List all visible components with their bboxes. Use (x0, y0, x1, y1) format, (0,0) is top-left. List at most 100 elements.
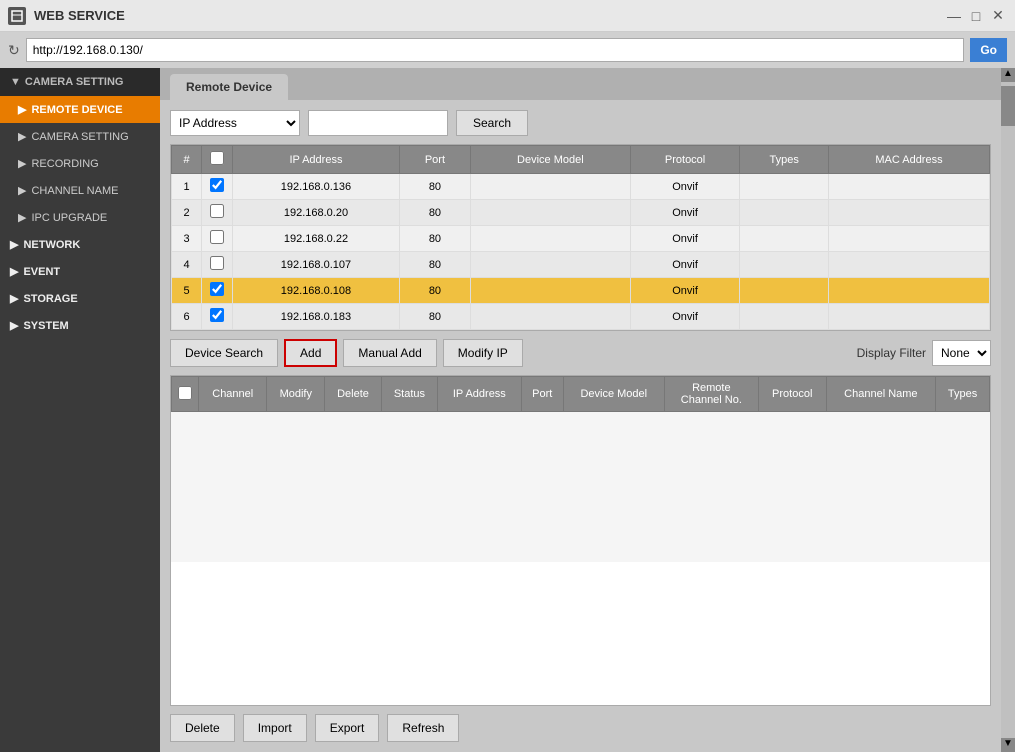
device-search-button[interactable]: Device Search (170, 339, 278, 367)
col-header-check (202, 146, 233, 174)
col-channel-num: Channel (199, 377, 267, 412)
cell-check[interactable] (202, 226, 233, 252)
content-inner: IP Address Search # IP Address (160, 100, 1001, 752)
cell-check[interactable] (202, 278, 233, 304)
device-table-wrapper: # IP Address Port Device Model Protocol … (170, 144, 991, 331)
col-header-num: # (172, 146, 202, 174)
table-row[interactable]: 1 192.168.0.136 80 Onvif (172, 174, 990, 200)
cell-num: 5 (172, 278, 202, 304)
cell-check[interactable] (202, 252, 233, 278)
col-channel-ip: IP Address (437, 377, 521, 412)
table-row[interactable]: 2 192.168.0.20 80 Onvif (172, 200, 990, 226)
col-channel-modify: Modify (267, 377, 325, 412)
cell-types (740, 200, 829, 226)
cell-protocol: Onvif (630, 278, 740, 304)
window-controls: — □ ✕ (945, 7, 1007, 25)
cell-ip: 192.168.0.20 (233, 200, 400, 226)
display-filter-select[interactable]: None (932, 340, 991, 366)
sidebar-section-label: CAMERA SETTING (25, 76, 124, 88)
export-button[interactable]: Export (315, 714, 380, 742)
arrow-icon: ▶ (18, 157, 26, 170)
sidebar-item-event[interactable]: ▶ EVENT (0, 258, 160, 285)
bottom-row: Delete Import Export Refresh (170, 714, 991, 742)
filter-input[interactable] (308, 110, 448, 136)
device-table: # IP Address Port Device Model Protocol … (171, 145, 990, 330)
sidebar-item-recording[interactable]: ▶ RECORDING (0, 150, 160, 177)
scroll-thumb[interactable] (1001, 86, 1015, 126)
sidebar-item-label: REMOTE DEVICE (31, 104, 122, 116)
sidebar-item-network[interactable]: ▶ NETWORK (0, 231, 160, 258)
arrow-icon: ▶ (10, 319, 18, 332)
col-header-types: Types (740, 146, 829, 174)
cell-num: 1 (172, 174, 202, 200)
go-button[interactable]: Go (970, 38, 1007, 62)
minimize-button[interactable]: — (945, 7, 963, 25)
sidebar-item-system[interactable]: ▶ SYSTEM (0, 312, 160, 339)
cell-protocol: Onvif (630, 174, 740, 200)
cell-mac (828, 252, 989, 278)
cell-mac (828, 226, 989, 252)
right-scrollbar[interactable]: ▲ ▼ (1001, 68, 1015, 752)
close-button[interactable]: ✕ (989, 7, 1007, 25)
channel-select-all[interactable] (178, 386, 192, 400)
search-button[interactable]: Search (456, 110, 528, 136)
sidebar-item-channel-name[interactable]: ▶ CHANNEL NAME (0, 177, 160, 204)
cell-types (740, 252, 829, 278)
import-button[interactable]: Import (243, 714, 307, 742)
cell-protocol: Onvif (630, 252, 740, 278)
table-row[interactable]: 3 192.168.0.22 80 Onvif (172, 226, 990, 252)
scroll-down-btn[interactable]: ▼ (1001, 738, 1015, 752)
channel-table-wrapper: Channel Modify Delete Status IP Address … (170, 375, 991, 706)
row-checkbox[interactable] (210, 230, 224, 244)
cell-protocol: Onvif (630, 304, 740, 330)
table-row[interactable]: 4 192.168.0.107 80 Onvif (172, 252, 990, 278)
cell-check[interactable] (202, 174, 233, 200)
sidebar-item-remote-device[interactable]: ▶ REMOTE DEVICE (0, 96, 160, 123)
row-checkbox[interactable] (210, 204, 224, 218)
arrow-icon: ▶ (10, 265, 18, 278)
sidebar-item-camera-setting[interactable]: ▶ CAMERA SETTING (0, 123, 160, 150)
arrow-icon: ▶ (18, 211, 26, 224)
row-checkbox[interactable] (210, 308, 224, 322)
modify-ip-button[interactable]: Modify IP (443, 339, 523, 367)
row-checkbox[interactable] (210, 256, 224, 270)
cell-types (740, 226, 829, 252)
cell-model (470, 200, 630, 226)
arrow-icon: ▶ (18, 184, 26, 197)
tab-remote-device[interactable]: Remote Device (170, 74, 288, 100)
refresh-icon[interactable]: ↻ (8, 42, 20, 59)
action-row: Device Search Add Manual Add Modify IP D… (170, 339, 991, 367)
select-all-checkbox[interactable] (210, 151, 224, 165)
display-filter-label: Display Filter (857, 346, 926, 360)
col-channel-name: Channel Name (826, 377, 936, 412)
sidebar-item-label: RECORDING (31, 158, 98, 170)
channel-table: Channel Modify Delete Status IP Address … (171, 376, 990, 412)
cell-num: 4 (172, 252, 202, 278)
tab-header: Remote Device (160, 68, 1001, 100)
manual-add-button[interactable]: Manual Add (343, 339, 436, 367)
sidebar-item-label: NETWORK (23, 239, 80, 251)
cell-port: 80 (399, 304, 470, 330)
maximize-button[interactable]: □ (967, 7, 985, 25)
refresh-button[interactable]: Refresh (387, 714, 459, 742)
row-checkbox[interactable] (210, 282, 224, 296)
row-checkbox[interactable] (210, 178, 224, 192)
table-row[interactable]: 5 192.168.0.108 80 Onvif (172, 278, 990, 304)
filter-row: IP Address Search (170, 110, 991, 136)
filter-type-select[interactable]: IP Address (170, 110, 300, 136)
cell-num: 6 (172, 304, 202, 330)
sidebar-item-storage[interactable]: ▶ STORAGE (0, 285, 160, 312)
cell-types (740, 278, 829, 304)
cell-check[interactable] (202, 200, 233, 226)
delete-button[interactable]: Delete (170, 714, 235, 742)
cell-mac (828, 200, 989, 226)
sidebar-item-label: IPC UPGRADE (31, 212, 107, 224)
sidebar-item-ipc-upgrade[interactable]: ▶ IPC UPGRADE (0, 204, 160, 231)
col-header-mac: MAC Address (828, 146, 989, 174)
sidebar-item-label: CHANNEL NAME (31, 185, 118, 197)
add-button[interactable]: Add (284, 339, 337, 367)
scroll-up-btn[interactable]: ▲ (1001, 68, 1015, 82)
address-input[interactable] (26, 38, 965, 62)
cell-check[interactable] (202, 304, 233, 330)
table-row[interactable]: 6 192.168.0.183 80 Onvif (172, 304, 990, 330)
